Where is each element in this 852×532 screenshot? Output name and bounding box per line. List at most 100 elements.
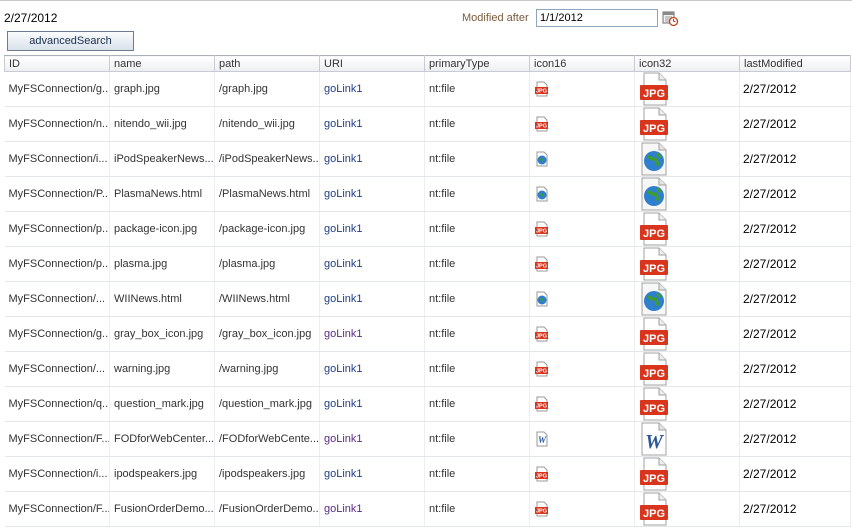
- cell-id: MyFSConnection/...: [4, 281, 110, 317]
- svg-text:JPG: JPG: [536, 369, 547, 375]
- cell-last-modified: 2/27/2012: [739, 316, 851, 352]
- svg-text:JPG: JPG: [536, 89, 547, 95]
- cell-path: /WIINews.html: [214, 281, 320, 317]
- go-link[interactable]: goLink1: [319, 71, 425, 107]
- cell-path: /ipodspeakers.jpg: [214, 456, 320, 492]
- table-row[interactable]: MyFSConnection/P... PlasmaNews.html/Plasm…: [4, 176, 851, 212]
- table-row[interactable]: MyFSConnection/n... nitendo_wii.jpg/niten…: [4, 106, 851, 142]
- html-icon: [534, 291, 550, 307]
- cell-id: MyFSConnection/g...: [4, 71, 110, 107]
- go-link[interactable]: goLink1: [319, 316, 425, 352]
- jpg-icon: JPG: [639, 457, 669, 491]
- go-link[interactable]: goLink1: [319, 421, 425, 457]
- cell-id: MyFSConnection/p...: [4, 211, 110, 247]
- cell-primary-type: nt:file: [424, 176, 530, 212]
- table-header-row: ID name path URI primaryType icon16 icon…: [4, 55, 851, 72]
- go-link[interactable]: goLink1: [319, 491, 425, 527]
- cell-icon32: JPG: [634, 246, 740, 282]
- modified-after-label: Modified after: [462, 12, 529, 24]
- cell-icon32: JPG: [634, 211, 740, 247]
- cell-icon32: JPG: [634, 351, 740, 387]
- jpg-icon: JPG: [534, 81, 550, 97]
- jpg-icon: JPG: [534, 501, 550, 517]
- cell-path: /question_mark.jpg: [214, 386, 320, 422]
- table-row[interactable]: MyFSConnection/g... gray_box_icon.jpg/gra…: [4, 316, 851, 352]
- jpg-icon: JPG: [639, 212, 669, 246]
- column-header-last-modified[interactable]: lastModified: [739, 55, 851, 72]
- cell-path: /nitendo_wii.jpg: [214, 106, 320, 142]
- go-link[interactable]: goLink1: [319, 141, 425, 177]
- table-row[interactable]: MyFSConnection/g... graph.jpg/graph.jpg go…: [4, 71, 851, 107]
- go-link[interactable]: goLink1: [319, 386, 425, 422]
- cell-primary-type: nt:file: [424, 71, 530, 107]
- go-link[interactable]: goLink1: [319, 106, 425, 142]
- column-header-uri[interactable]: URI: [319, 55, 425, 72]
- cell-icon32: JPG: [634, 71, 740, 107]
- cell-icon16: [529, 281, 635, 317]
- go-link[interactable]: goLink1: [319, 351, 425, 387]
- table-row[interactable]: MyFSConnection/F... FusionOrderDemo.../Fu…: [4, 491, 851, 527]
- svg-text:JPG: JPG: [643, 368, 665, 380]
- jpg-icon: JPG: [639, 107, 669, 141]
- cell-name: WIINews.html: [109, 281, 215, 317]
- table-row[interactable]: MyFSConnection/q... question_mark.jpg/que…: [4, 386, 851, 422]
- svg-text:JPG: JPG: [536, 474, 547, 480]
- table-row[interactable]: MyFSConnection/... warning.jpg/warning.jp…: [4, 351, 851, 387]
- jpg-icon: JPG: [639, 317, 669, 351]
- go-link[interactable]: goLink1: [319, 246, 425, 282]
- toolbar: 2/27/2012 Modified after: [0, 0, 852, 34]
- column-header-icon32[interactable]: icon32: [634, 55, 740, 72]
- cell-name: iPodSpeakerNews....: [109, 141, 215, 177]
- cell-path: /FODforWebCente...: [214, 421, 320, 457]
- cell-id: MyFSConnection/P...: [4, 176, 110, 212]
- cell-icon32: [634, 281, 740, 317]
- svg-text:JPG: JPG: [536, 264, 547, 270]
- table-row[interactable]: MyFSConnection/i... ipodspeakers.jpg/ipod…: [4, 456, 851, 492]
- go-link[interactable]: goLink1: [319, 456, 425, 492]
- cell-name: FusionOrderDemo...: [109, 491, 215, 527]
- cell-path: /iPodSpeakerNews...: [214, 141, 320, 177]
- table-row[interactable]: MyFSConnection/i... iPodSpeakerNews..../i…: [4, 141, 851, 177]
- table-row[interactable]: MyFSConnection/p... package-icon.jpg/pack…: [4, 211, 851, 247]
- table-row[interactable]: MyFSConnection/F... FODforWebCenter.../FO…: [4, 421, 851, 457]
- jpg-icon: JPG: [639, 352, 669, 386]
- go-link[interactable]: goLink1: [319, 211, 425, 247]
- cell-id: MyFSConnection/g...: [4, 316, 110, 352]
- cell-primary-type: nt:file: [424, 141, 530, 177]
- svg-text:JPG: JPG: [643, 333, 665, 345]
- column-header-primary-type[interactable]: primaryType: [424, 55, 530, 72]
- advanced-search-button[interactable]: advancedSearch: [7, 31, 134, 51]
- cell-id: MyFSConnection/q...: [4, 386, 110, 422]
- column-header-icon16[interactable]: icon16: [529, 55, 635, 72]
- cell-last-modified: 2/27/2012: [739, 281, 851, 317]
- current-date: 2/27/2012: [4, 11, 58, 25]
- column-header-path[interactable]: path: [214, 55, 320, 72]
- cell-last-modified: 2/27/2012: [739, 176, 851, 212]
- cell-name: PlasmaNews.html: [109, 176, 215, 212]
- modified-after-input[interactable]: [536, 9, 658, 27]
- cell-icon16: [529, 141, 635, 177]
- jpg-icon: JPG: [534, 256, 550, 272]
- go-link[interactable]: goLink1: [319, 281, 425, 317]
- calendar-icon[interactable]: [661, 9, 679, 27]
- cell-last-modified: 2/27/2012: [739, 141, 851, 177]
- table-row[interactable]: MyFSConnection/... WIINews.html/WIINews.h…: [4, 281, 851, 317]
- cell-last-modified: 2/27/2012: [739, 421, 851, 457]
- table-row[interactable]: MyFSConnection/p... plasma.jpg/plasma.jpg…: [4, 246, 851, 282]
- cell-path: /plasma.jpg: [214, 246, 320, 282]
- cell-path: /graph.jpg: [214, 71, 320, 107]
- cell-name: gray_box_icon.jpg: [109, 316, 215, 352]
- cell-icon32: [634, 141, 740, 177]
- column-header-name[interactable]: name: [109, 55, 215, 72]
- svg-text:JPG: JPG: [536, 229, 547, 235]
- jpg-icon: JPG: [639, 247, 669, 281]
- svg-text:JPG: JPG: [643, 228, 665, 240]
- jpg-icon: JPG: [639, 387, 669, 421]
- cell-icon16: JPG: [529, 316, 635, 352]
- go-link[interactable]: goLink1: [319, 176, 425, 212]
- jpg-icon: JPG: [534, 326, 550, 342]
- svg-text:W: W: [645, 431, 664, 453]
- cell-last-modified: 2/27/2012: [739, 351, 851, 387]
- column-header-id[interactable]: ID: [4, 55, 110, 72]
- cell-path: /gray_box_icon.jpg: [214, 316, 320, 352]
